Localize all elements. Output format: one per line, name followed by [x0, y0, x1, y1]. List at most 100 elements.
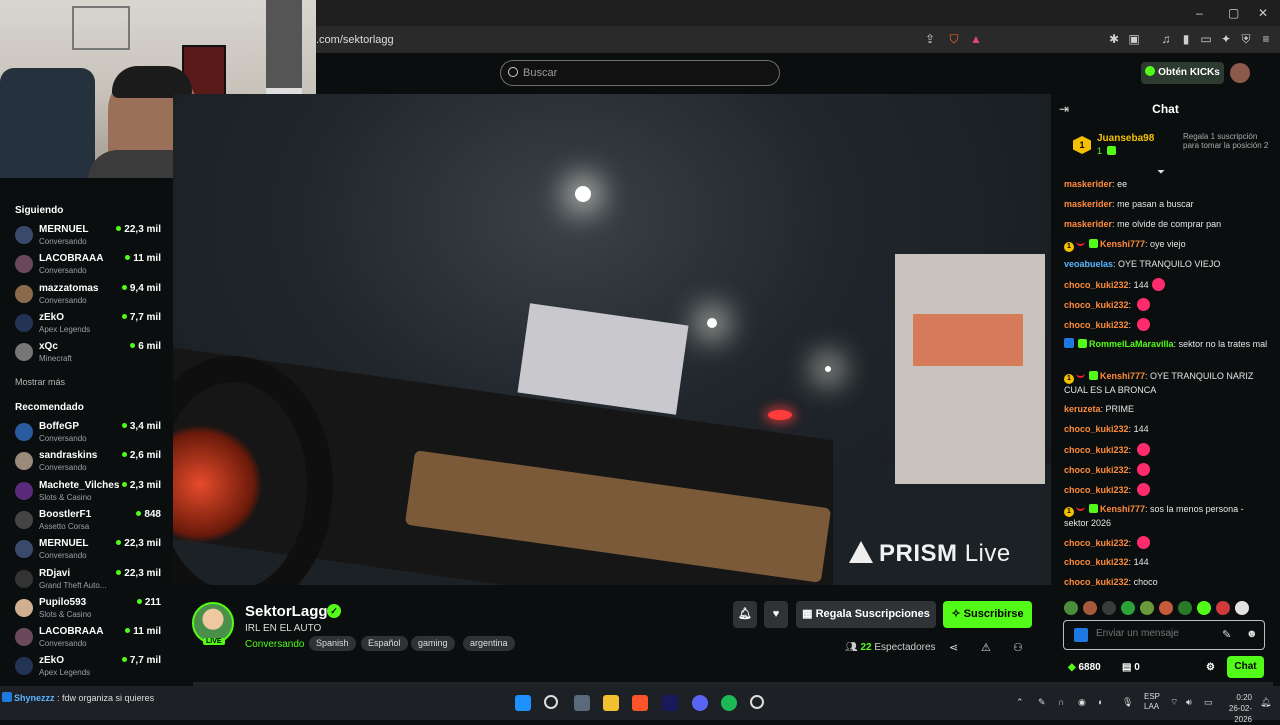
spotify-icon[interactable]	[721, 695, 737, 711]
extensions-icon[interactable]: ✱	[1106, 31, 1122, 47]
emoji-icon[interactable]: ☻	[1246, 628, 1258, 640]
microphone-icon[interactable]: 🎙︎	[1122, 697, 1133, 708]
sidebar-icon[interactable]: ▮	[1178, 31, 1194, 47]
share-stream-icon[interactable]: ⋖	[949, 641, 958, 654]
subscribe-button[interactable]: ✧ Suscribirse	[943, 601, 1032, 628]
channel-points[interactable]: ◆ 6880	[1068, 662, 1101, 673]
sidebar-channel[interactable]: zEkO Apex Legends 7,7 mil	[15, 312, 165, 340]
file-explorer-icon[interactable]	[603, 695, 619, 711]
windows-start-icon[interactable]	[515, 695, 531, 711]
premiere-icon[interactable]	[662, 695, 678, 711]
sidebar-channel[interactable]: MERNUEL Conversando 22,3 mil	[15, 224, 165, 252]
minimize-button[interactable]: –	[1196, 6, 1203, 20]
app-tray-icon[interactable]: ◐	[1098, 697, 1103, 707]
show-more-link[interactable]: Mostrar más	[15, 377, 65, 387]
gifts-counter[interactable]: ▤ 0	[1122, 662, 1140, 673]
tag-chip[interactable]: argentina	[463, 636, 515, 651]
emote-icon[interactable]	[1197, 601, 1211, 615]
chat-username[interactable]: choco_kuki232	[1064, 485, 1129, 495]
sidebar-channel[interactable]: Machete_Vilches Slots & Casino 2,3 mil	[15, 480, 165, 508]
tag-chip[interactable]: Español	[361, 636, 408, 651]
chat-username[interactable]: Kenshi777	[1100, 504, 1145, 514]
emote-icon[interactable]	[1102, 601, 1116, 615]
chat-username[interactable]: veoabuelas	[1064, 259, 1113, 269]
chat-username[interactable]: keruzeta	[1064, 404, 1101, 414]
pen-icon[interactable]: ✎	[1038, 697, 1046, 708]
tag-chip[interactable]: Spanish	[309, 636, 356, 651]
user-avatar[interactable]	[1230, 63, 1250, 83]
translate-icon[interactable]: ✎	[1222, 628, 1231, 641]
volume-icon[interactable]: 🔊︎	[1186, 697, 1192, 708]
sidebar-channel[interactable]: Pupilo593 Slots & Casino 211	[15, 597, 165, 625]
chat-username[interactable]: choco_kuki232	[1064, 538, 1129, 548]
music-icon[interactable]: ♫	[1158, 31, 1174, 47]
screenshot-icon[interactable]: ▣	[1126, 31, 1142, 47]
sidebar-channel[interactable]: sandraskins Conversando 2,6 mil	[15, 450, 165, 478]
headset-icon[interactable]: ∩	[1058, 697, 1064, 707]
more-options-icon[interactable]: ⚇	[1013, 641, 1023, 654]
notification-button[interactable]: 🔔︎	[733, 601, 757, 628]
chat-username[interactable]: choco_kuki232	[1064, 300, 1129, 310]
sidebar-channel[interactable]: BoffeGP Conversando 3,4 mil	[15, 421, 165, 449]
chat-send-button[interactable]: Chat	[1227, 656, 1264, 678]
get-kicks-button[interactable]: Obtén KICKs	[1141, 62, 1224, 84]
emote-icon[interactable]	[1121, 601, 1135, 615]
system-clock[interactable]: 0:20 26-02-2026	[1222, 692, 1252, 725]
obs-icon[interactable]	[750, 695, 764, 709]
sidebar-channel[interactable]: mazzatomas Conversando 9,4 mil	[15, 283, 165, 311]
brave-browser-icon[interactable]	[632, 695, 648, 711]
gift-subs-button[interactable]: ▦ Regala Suscripciones	[796, 601, 936, 628]
scroll-down-icon[interactable]: ⏷	[1157, 167, 1165, 178]
share-icon[interactable]: ⇪	[922, 31, 938, 47]
vpn-icon[interactable]: ⛨	[1238, 31, 1254, 47]
chat-message-input[interactable]	[1096, 628, 1216, 639]
sidebar-channel[interactable]: LACOBRAAA Conversando 11 mil	[15, 626, 165, 654]
emote-icon[interactable]	[1216, 601, 1230, 615]
chat-username[interactable]: choco_kuki232	[1064, 445, 1129, 455]
emote-icon[interactable]	[1235, 601, 1249, 615]
language-indicator[interactable]: ESP LAA	[1144, 692, 1160, 712]
sidebar-channel[interactable]: BoostlerF1 Assetto Corsa 848	[15, 509, 165, 537]
search-input[interactable]: Buscar	[500, 60, 780, 86]
stream-category[interactable]: Conversando	[245, 639, 304, 650]
search-icon[interactable]	[544, 695, 558, 709]
notifications-icon[interactable]: 🔔︎	[1260, 697, 1271, 708]
menu-icon[interactable]: ≡	[1258, 31, 1274, 47]
wallet-icon[interactable]: ▭	[1198, 31, 1214, 47]
emote-icon[interactable]	[1178, 601, 1192, 615]
chat-settings-icon[interactable]: ⚙	[1206, 662, 1215, 673]
chat-username[interactable]: Kenshi777	[1100, 239, 1145, 249]
leader-username[interactable]: Juanseba98	[1097, 133, 1154, 144]
video-player[interactable]: PRISM Live	[173, 94, 1051, 585]
sidebar-channel[interactable]: LACOBRAAA Conversando 11 mil	[15, 253, 165, 281]
sidebar-channel[interactable]: RDjavi Grand Theft Auto... 22,3 mil	[15, 568, 165, 596]
chat-username[interactable]: choco_kuki232	[1064, 465, 1129, 475]
chat-username[interactable]: maskerider	[1064, 199, 1112, 209]
discord-icon[interactable]	[692, 695, 708, 711]
url-field[interactable]: .com/sektorlagg	[316, 34, 394, 46]
battery-icon[interactable]: ▭	[1204, 697, 1213, 708]
channel-name[interactable]: SektorLagg	[245, 603, 328, 620]
tag-chip[interactable]: gaming	[411, 636, 455, 651]
chat-username[interactable]: maskerider	[1064, 179, 1112, 189]
leo-icon[interactable]: ✦	[1218, 31, 1234, 47]
report-icon[interactable]: ⚠	[981, 641, 991, 654]
chat-input-box[interactable]: ✎ ☻	[1063, 620, 1265, 650]
emote-icon[interactable]	[1083, 601, 1097, 615]
chat-username[interactable]: choco_kuki232	[1064, 320, 1129, 330]
maximize-button[interactable]: ▢	[1228, 6, 1239, 20]
tray-overflow-icon[interactable]: ⌃	[1016, 697, 1024, 708]
chat-username[interactable]: maskerider	[1064, 219, 1112, 229]
follow-button[interactable]: ♥	[764, 601, 788, 628]
emote-icon[interactable]	[1159, 601, 1173, 615]
task-view-icon[interactable]	[574, 695, 590, 711]
sidebar-channel[interactable]: MERNUEL Conversando 22,3 mil	[15, 538, 165, 566]
steam-icon[interactable]: ◉	[1078, 697, 1086, 708]
chat-username[interactable]: choco_kuki232	[1064, 280, 1129, 290]
chat-username[interactable]: choco_kuki232	[1064, 557, 1129, 567]
emote-icon[interactable]	[1064, 601, 1078, 615]
rewards-icon[interactable]: ▲	[968, 31, 984, 47]
chat-username[interactable]: choco_kuki232	[1064, 424, 1129, 434]
brave-shield-icon[interactable]: ⛉	[946, 31, 962, 47]
sidebar-channel[interactable]: xQc Minecraft 6 mil	[15, 341, 165, 369]
